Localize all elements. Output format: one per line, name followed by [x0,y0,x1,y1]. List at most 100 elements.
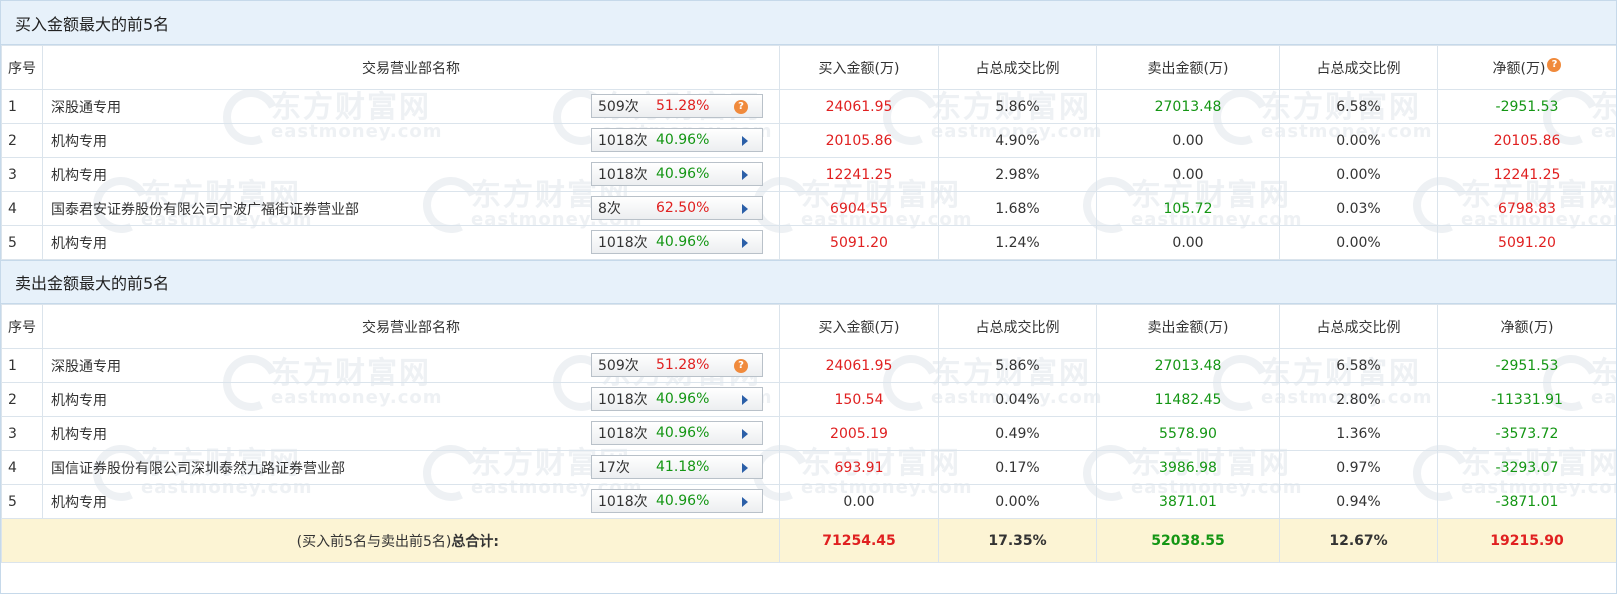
broker-name[interactable]: 机构专用 [51,424,107,444]
net-amount: 6798.83 [1437,191,1616,226]
total-sell-ratio: 12.67% [1279,518,1438,563]
broker-name[interactable]: 机构专用 [51,233,107,253]
arrow-right-icon[interactable] [742,395,748,405]
row-index: 5 [1,484,43,519]
arrow-right-icon[interactable] [742,429,748,439]
buy-amount: 5091.20 [779,225,939,260]
col-header-buy-ratio: 占总成交比例 [938,45,1097,90]
table-row: 1 深股通专用 509次 51.28%? 24061.95 5.86% 27013.48 6.… [1,89,1616,124]
table-row: 2 机构专用 1018次 40.96% 150.54 0.04% 11482.45 2.80%… [1,382,1616,417]
broker-name[interactable]: 国泰君安证券股份有限公司宁波广福街证券营业部 [51,199,359,219]
broker-stats-button[interactable]: 1018次 40.96% [591,162,763,186]
col-header-sell: 卖出金额(万) [1096,304,1280,349]
broker-name[interactable]: 深股通专用 [51,356,121,376]
broker-cell: 深股通专用 509次 51.28%? [42,89,780,124]
row-index: 1 [1,348,43,383]
broker-name[interactable]: 国信证券股份有限公司深圳泰然九路证券营业部 [51,458,345,478]
net-amount: 5091.20 [1437,225,1616,260]
question-icon[interactable]: ? [734,100,748,114]
broker-count: 509次 [598,358,639,374]
broker-cell: 机构专用 1018次 40.96% [42,225,780,260]
sell-ratio: 0.03% [1279,191,1438,226]
total-label: (买入前5名与卖出前5名)总合计: [1,518,780,563]
broker-win-rate: 40.96% [656,234,710,250]
total-buy: 71254.45 [779,518,939,563]
sell-section-title: 卖出金额最大的前5名 [1,260,1616,304]
broker-stats-button[interactable]: 8次 62.50% [591,196,763,220]
question-icon[interactable]: ? [734,359,748,373]
table-row: 3 机构专用 1018次 40.96% 2005.19 0.49% 5578.90 1.36%… [1,416,1616,451]
arrow-right-icon[interactable] [742,136,748,146]
arrow-right-icon[interactable] [742,170,748,180]
broker-name[interactable]: 机构专用 [51,492,107,512]
table-row: 2 机构专用 1018次 40.96% 20105.86 4.90% 0.00 0.00% 20… [1,123,1616,158]
broker-name[interactable]: 机构专用 [51,165,107,185]
arrow-right-icon[interactable] [742,497,748,507]
broker-cell: 国信证券股份有限公司深圳泰然九路证券营业部 17次 41.18% [42,450,780,485]
buy-ratio: 4.90% [938,123,1097,158]
row-index: 1 [1,89,43,124]
arrow-right-icon[interactable] [742,238,748,248]
buy-ratio: 5.86% [938,348,1097,383]
col-header-buy-ratio: 占总成交比例 [938,304,1097,349]
sell-ratio: 1.36% [1279,416,1438,451]
broker-stats-button[interactable]: 509次 51.28%? [591,94,763,118]
broker-count: 17次 [598,460,630,476]
broker-stats-button[interactable]: 1018次 40.96% [591,489,763,513]
row-index: 4 [1,450,43,485]
buy-ratio: 0.49% [938,416,1097,451]
broker-name[interactable]: 深股通专用 [51,97,121,117]
row-index: 2 [1,123,43,158]
buy-section-title: 买入金额最大的前5名 [1,1,1616,45]
buy-amount: 693.91 [779,450,939,485]
sell-amount: 0.00 [1096,123,1280,158]
buy-ratio: 5.86% [938,89,1097,124]
buy-amount: 0.00 [779,484,939,519]
col-header-buy: 买入金额(万) [779,45,939,90]
broker-count: 1018次 [598,133,648,149]
row-index: 4 [1,191,43,226]
col-header-name: 交易营业部名称 [42,45,780,90]
broker-cell: 机构专用 1018次 40.96% [42,123,780,158]
sell-amount: 5578.90 [1096,416,1280,451]
broker-win-rate: 62.50% [656,200,710,216]
arrow-right-icon[interactable] [742,204,748,214]
col-header-idx: 序号 [1,304,43,349]
net-amount: -3293.07 [1437,450,1616,485]
table-row: 1 深股通专用 509次 51.28%? 24061.95 5.86% 27013.48 6.… [1,348,1616,383]
broker-stats-button[interactable]: 17次 41.18% [591,455,763,479]
buy-table: 序号 交易营业部名称 买入金额(万) 占总成交比例 卖出金额(万) 占总成交比例… [1,45,1616,260]
broker-name[interactable]: 机构专用 [51,131,107,151]
row-index: 2 [1,382,43,417]
buy-ratio: 0.00% [938,484,1097,519]
buy-amount: 12241.25 [779,157,939,192]
broker-stats-button[interactable]: 1018次 40.96% [591,387,763,411]
net-amount: -2951.53 [1437,89,1616,124]
sell-amount: 3986.98 [1096,450,1280,485]
sell-table-body: 1 深股通专用 509次 51.28%? 24061.95 5.86% 27013.48 6.… [1,348,1616,519]
sell-ratio: 0.00% [1279,123,1438,158]
broker-count: 509次 [598,99,639,115]
buy-ratio: 1.68% [938,191,1097,226]
table-row: 4 国信证券股份有限公司深圳泰然九路证券营业部 17次 41.18% 693.91 0.1… [1,450,1616,485]
broker-stats-button[interactable]: 1018次 40.96% [591,230,763,254]
broker-stats-button[interactable]: 509次 51.28%? [591,353,763,377]
question-icon[interactable]: ? [1547,57,1562,72]
broker-stats-button[interactable]: 1018次 40.96% [591,421,763,445]
arrow-right-icon[interactable] [742,463,748,473]
broker-count: 1018次 [598,494,648,510]
total-label-prefix: (买入前5名与卖出前5名) [296,533,452,550]
broker-name[interactable]: 机构专用 [51,390,107,410]
col-header-idx: 序号 [1,45,43,90]
broker-stats-button[interactable]: 1018次 40.96% [591,128,763,152]
total-sell: 52038.55 [1096,518,1280,563]
broker-win-rate: 40.96% [656,166,710,182]
sell-ratio: 6.58% [1279,89,1438,124]
sell-amount: 0.00 [1096,225,1280,260]
broker-cell: 机构专用 1018次 40.96% [42,416,780,451]
row-index: 3 [1,416,43,451]
sell-amount: 0.00 [1096,157,1280,192]
net-amount: 12241.25 [1437,157,1616,192]
total-buy-ratio: 17.35% [938,518,1097,563]
net-amount: -11331.91 [1437,382,1616,417]
